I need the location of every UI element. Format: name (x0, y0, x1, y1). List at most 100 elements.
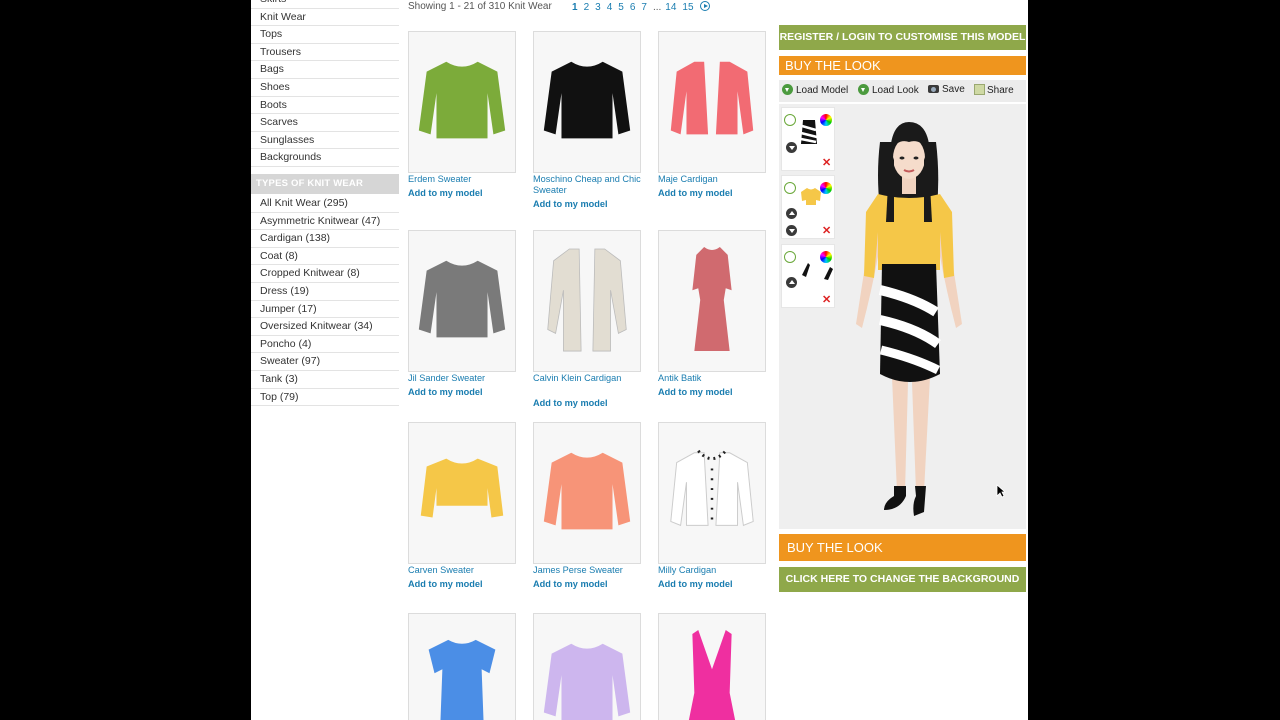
add-to-model-link[interactable]: Add to my model (533, 398, 608, 408)
product-name[interactable]: Calvin Klein Cardigan (533, 373, 643, 384)
product-name[interactable]: Antik Batik (658, 373, 768, 384)
product-image[interactable] (408, 230, 516, 372)
product-image[interactable] (658, 230, 766, 372)
smiley-icon[interactable] (784, 251, 796, 263)
page-link-6[interactable]: 6 (630, 2, 636, 13)
smiley-icon[interactable] (784, 114, 796, 126)
buy-the-look-button[interactable]: BUY THE LOOK (779, 56, 1026, 75)
page-link-4[interactable]: 4 (607, 2, 613, 13)
product-name[interactable]: Maje Cardigan (658, 174, 768, 185)
save-label: Save (942, 84, 965, 95)
type-list: All Knit Wear (295) Asymmetric Knitwear (… (251, 195, 399, 407)
type-item-jumper[interactable]: Jumper (17) (251, 301, 399, 319)
page-link-3[interactable]: 3 (595, 2, 601, 13)
type-item-top[interactable]: Top (79) (251, 389, 399, 407)
product-name[interactable]: Carven Sweater (408, 565, 518, 576)
model-figure (856, 122, 962, 516)
next-page-icon[interactable] (699, 1, 710, 11)
delete-icon[interactable]: ✕ (822, 226, 831, 237)
type-item-tank[interactable]: Tank (3) (251, 371, 399, 389)
sidebar-item-backgrounds[interactable]: Backgrounds (251, 149, 399, 167)
smiley-icon[interactable] (784, 182, 796, 194)
page-link-5[interactable]: 5 (618, 2, 624, 13)
product-image[interactable] (533, 422, 641, 564)
category-list: SkirtsKnit WearTopsTrousersBagsShoesBoot… (251, 0, 399, 167)
buy-the-look-button-bottom[interactable]: BUY THE LOOK (779, 534, 1026, 561)
type-item-asymmetric-knitwear[interactable]: Asymmetric Knitwear (47) (251, 213, 399, 231)
layer-sweater[interactable]: ✕ (781, 175, 835, 239)
product-image[interactable] (658, 31, 766, 173)
pagination: 1 2 3 4 5 6 7... 14 15 (572, 1, 710, 13)
product-name[interactable]: James Perse Sweater (533, 565, 643, 576)
add-to-model-link[interactable]: Add to my model (533, 199, 608, 209)
move-up-icon[interactable] (786, 208, 797, 219)
move-down-icon[interactable] (786, 225, 797, 236)
product-image[interactable] (408, 422, 516, 564)
shoes-thumbnail (802, 263, 833, 280)
product-image[interactable] (408, 613, 516, 720)
type-item-cardigan[interactable]: Cardigan (138) (251, 230, 399, 248)
add-to-model-link[interactable]: Add to my model (658, 387, 733, 397)
sidebar-item-scarves[interactable]: Scarves (251, 114, 399, 132)
pagination-ellipsis: ... (652, 2, 662, 13)
product-name[interactable]: Erdem Sweater (408, 174, 518, 185)
load-model-label: Load Model (796, 85, 849, 96)
model-toolbar: Load Model Load Look Save Share (779, 80, 1026, 102)
add-to-model-link[interactable]: Add to my model (533, 579, 608, 589)
page-link-15[interactable]: 15 (682, 2, 693, 13)
sidebar-item-bags[interactable]: Bags (251, 61, 399, 79)
type-item-oversized-knitwear[interactable]: Oversized Knitwear (34) (251, 318, 399, 336)
change-background-button[interactable]: CLICK HERE TO CHANGE THE BACKGROUND (779, 567, 1026, 592)
add-to-model-link[interactable]: Add to my model (658, 579, 733, 589)
product-image[interactable] (533, 230, 641, 372)
layer-shoes[interactable]: ✕ (781, 244, 835, 308)
share-button[interactable]: Share (974, 84, 1014, 96)
type-item-poncho[interactable]: Poncho (4) (251, 336, 399, 354)
type-item-coat[interactable]: Coat (8) (251, 248, 399, 266)
sidebar-item-shoes[interactable]: Shoes (251, 79, 399, 97)
sidebar-item-knit-wear[interactable]: Knit Wear (251, 9, 399, 27)
load-look-button[interactable]: Load Look (858, 84, 919, 96)
product-name[interactable]: Jil Sander Sweater (408, 373, 518, 384)
add-to-model-link[interactable]: Add to my model (408, 387, 483, 397)
product-name[interactable]: Moschino Cheap and Chic Sweater (533, 174, 643, 196)
add-to-model-link[interactable]: Add to my model (408, 579, 483, 589)
register-login-button[interactable]: REGISTER / LOGIN TO CUSTOMISE THIS MODEL (779, 25, 1026, 50)
product-image[interactable] (658, 613, 766, 720)
delete-icon[interactable]: ✕ (822, 295, 831, 306)
type-item-all-knit-wear[interactable]: All Knit Wear (295) (251, 195, 399, 213)
delete-icon[interactable]: ✕ (822, 158, 831, 169)
page: SkirtsKnit WearTopsTrousersBagsShoesBoot… (251, 0, 1028, 720)
share-icon (974, 84, 985, 95)
sidebar-item-skirts[interactable]: Skirts (251, 0, 399, 9)
product-image[interactable] (658, 422, 766, 564)
sidebar-item-boots[interactable]: Boots (251, 97, 399, 115)
add-to-model-link[interactable]: Add to my model (658, 188, 733, 198)
save-button[interactable]: Save (928, 84, 965, 95)
sidebar-item-sunglasses[interactable]: Sunglasses (251, 132, 399, 150)
sidebar-item-tops[interactable]: Tops (251, 26, 399, 44)
type-item-dress[interactable]: Dress (19) (251, 283, 399, 301)
page-link-14[interactable]: 14 (665, 2, 676, 13)
color-wheel-icon[interactable] (820, 114, 832, 126)
load-model-button[interactable]: Load Model (782, 84, 848, 96)
type-item-cropped-knitwear[interactable]: Cropped Knitwear (8) (251, 265, 399, 283)
layer-skirt[interactable]: ✕ (781, 107, 835, 171)
download-icon (782, 84, 793, 95)
model-area: ✕ ✕ ✕ (779, 104, 1026, 529)
types-header: TYPES OF KNIT WEAR (251, 174, 399, 194)
sidebar-item-trousers[interactable]: Trousers (251, 44, 399, 62)
move-up-icon[interactable] (786, 277, 797, 288)
move-down-icon[interactable] (786, 142, 797, 153)
sweater-thumbnail (801, 188, 821, 205)
product-image[interactable] (408, 31, 516, 173)
product-name[interactable]: Milly Cardigan (658, 565, 768, 576)
product-image[interactable] (533, 31, 641, 173)
product-image[interactable] (533, 613, 641, 720)
page-link-1[interactable]: 1 (572, 2, 578, 13)
type-item-sweater[interactable]: Sweater (97) (251, 353, 399, 371)
add-to-model-link[interactable]: Add to my model (408, 188, 483, 198)
page-link-7[interactable]: 7 (641, 2, 647, 13)
share-label: Share (987, 85, 1014, 96)
page-link-2[interactable]: 2 (584, 2, 590, 13)
